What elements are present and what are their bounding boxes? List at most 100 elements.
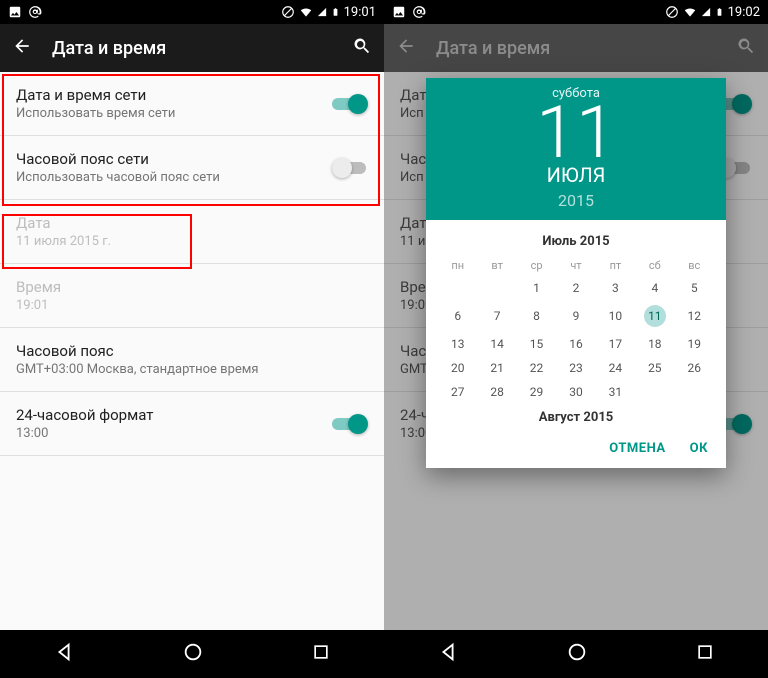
- back-icon[interactable]: [12, 36, 32, 60]
- nav-recent-icon[interactable]: [695, 642, 715, 666]
- calendar-day[interactable]: 1: [517, 276, 556, 300]
- calendar-day[interactable]: 4: [635, 276, 674, 300]
- calendar-grid[interactable]: пнвтсрчтптсбвс 1234567891011121314151617…: [438, 255, 714, 404]
- calendar-dow: чт: [556, 255, 595, 276]
- battery-icon: [331, 5, 340, 19]
- calendar-day[interactable]: 28: [477, 380, 516, 404]
- signal-icon: [317, 5, 327, 19]
- calendar-day[interactable]: 26: [675, 356, 714, 380]
- nav-back-icon[interactable]: [437, 641, 459, 667]
- header-dayofweek: суббота: [426, 86, 726, 101]
- calendar-day[interactable]: 13: [438, 332, 477, 356]
- item-date: Дата 11 июля 2015 г.: [0, 200, 384, 263]
- image-icon: [8, 5, 22, 19]
- calendar-day[interactable]: 9: [556, 300, 595, 332]
- page-title: Дата и время: [436, 38, 550, 59]
- calendar-day[interactable]: 27: [438, 380, 477, 404]
- item-subtitle: 13:00: [16, 426, 332, 441]
- calendar-day[interactable]: 25: [635, 356, 674, 380]
- statusbar: 19:01: [0, 0, 384, 24]
- calendar-day[interactable]: 3: [596, 276, 635, 300]
- calendar-month: Июль 2015 пнвтсрчтптсбвс 123456789101112…: [426, 220, 726, 431]
- item-subtitle: Использовать часовой пояс сети: [16, 170, 332, 185]
- calendar-day[interactable]: 18: [635, 332, 674, 356]
- calendar-day[interactable]: 15: [517, 332, 556, 356]
- item-timezone[interactable]: Часовой пояс GMT+03:00 Москва, стандартн…: [0, 328, 384, 391]
- calendar-day[interactable]: 14: [477, 332, 516, 356]
- no-sim-icon: [281, 5, 295, 19]
- phone-right: 19:02 Дата и время ДатаИсп ЧасоИсп Дата1…: [384, 0, 768, 678]
- calendar-day[interactable]: 10: [596, 300, 635, 332]
- item-title: Часовой пояс: [16, 342, 368, 360]
- calendar-day[interactable]: 16: [556, 332, 595, 356]
- status-time: 19:02: [728, 5, 760, 20]
- phone-left: 19:01 Дата и время Дата и время сети Исп…: [0, 0, 384, 678]
- calendar-day[interactable]: 22: [517, 356, 556, 380]
- item-title: Часовой пояс сети: [16, 150, 332, 168]
- switch-24h[interactable]: [332, 414, 368, 434]
- calendar-dow: ср: [517, 255, 556, 276]
- calendar-day[interactable]: 19: [675, 332, 714, 356]
- calendar-day[interactable]: 7: [477, 300, 516, 332]
- calendar-dow: вс: [675, 255, 714, 276]
- at-icon: [412, 5, 426, 19]
- switch-network-time[interactable]: [332, 94, 368, 114]
- calendar-day[interactable]: 31: [596, 380, 635, 404]
- calendar-day[interactable]: 8: [517, 300, 556, 332]
- at-icon: [28, 5, 42, 19]
- calendar-next-title: Август 2015: [438, 404, 714, 431]
- nav-recent-icon[interactable]: [311, 642, 331, 666]
- calendar-day[interactable]: 11: [635, 300, 674, 332]
- calendar-day[interactable]: 17: [596, 332, 635, 356]
- calendar-day[interactable]: 24: [596, 356, 635, 380]
- search-icon[interactable]: [352, 36, 372, 60]
- calendar-day[interactable]: 12: [675, 300, 714, 332]
- calendar-dow: вт: [477, 255, 516, 276]
- image-icon: [392, 5, 406, 19]
- calendar-day[interactable]: [675, 380, 714, 404]
- calendar-day[interactable]: 20: [438, 356, 477, 380]
- wifi-icon: [299, 5, 313, 19]
- calendar-day[interactable]: 6: [438, 300, 477, 332]
- header-year[interactable]: 2015: [426, 191, 726, 210]
- item-subtitle: GMT+03:00 Москва, стандартное время: [16, 362, 368, 377]
- nav-home-icon[interactable]: [182, 641, 204, 667]
- calendar-day[interactable]: [635, 380, 674, 404]
- date-picker-header: суббота 11 ИЮЛЯ 2015: [426, 78, 726, 220]
- calendar-dow: сб: [635, 255, 674, 276]
- item-title: Дата и время сети: [16, 86, 332, 104]
- calendar-dow: пн: [438, 255, 477, 276]
- cancel-button[interactable]: ОТМЕНА: [609, 441, 665, 456]
- calendar-day[interactable]: 30: [556, 380, 595, 404]
- item-network-time[interactable]: Дата и время сети Использовать время сет…: [0, 72, 384, 135]
- calendar-day[interactable]: 21: [477, 356, 516, 380]
- calendar-day[interactable]: 23: [556, 356, 595, 380]
- battery-icon: [715, 5, 724, 19]
- wifi-icon: [683, 5, 697, 19]
- item-subtitle: Использовать время сети: [16, 106, 332, 121]
- settings-list: Дата и время сети Использовать время сет…: [0, 72, 384, 630]
- item-subtitle: 19:01: [16, 298, 368, 313]
- date-picker-dialog: суббота 11 ИЮЛЯ 2015 Июль 2015 пнвтсрчтп…: [426, 78, 726, 468]
- item-title: 24-часовой формат: [16, 406, 332, 424]
- header-day[interactable]: 11: [426, 97, 726, 169]
- switch-network-timezone[interactable]: [332, 158, 368, 178]
- nav-back-icon[interactable]: [53, 641, 75, 667]
- nav-home-icon[interactable]: [566, 641, 588, 667]
- item-title: Дата: [16, 214, 368, 232]
- appbar: Дата и время: [384, 24, 768, 72]
- item-network-timezone[interactable]: Часовой пояс сети Использовать часовой п…: [0, 136, 384, 199]
- calendar-day[interactable]: 2: [556, 276, 595, 300]
- calendar-day[interactable]: 5: [675, 276, 714, 300]
- ok-button[interactable]: ОК: [690, 441, 708, 456]
- calendar-dow: пт: [596, 255, 635, 276]
- calendar-day[interactable]: 29: [517, 380, 556, 404]
- header-month: ИЮЛЯ: [426, 163, 726, 187]
- signal-icon: [701, 5, 711, 19]
- calendar-day: [438, 276, 477, 300]
- navbar: [0, 630, 384, 678]
- item-24h-format[interactable]: 24-часовой формат 13:00: [0, 392, 384, 455]
- item-title: Время: [16, 278, 368, 296]
- calendar-day: [477, 276, 516, 300]
- back-icon: [396, 36, 416, 60]
